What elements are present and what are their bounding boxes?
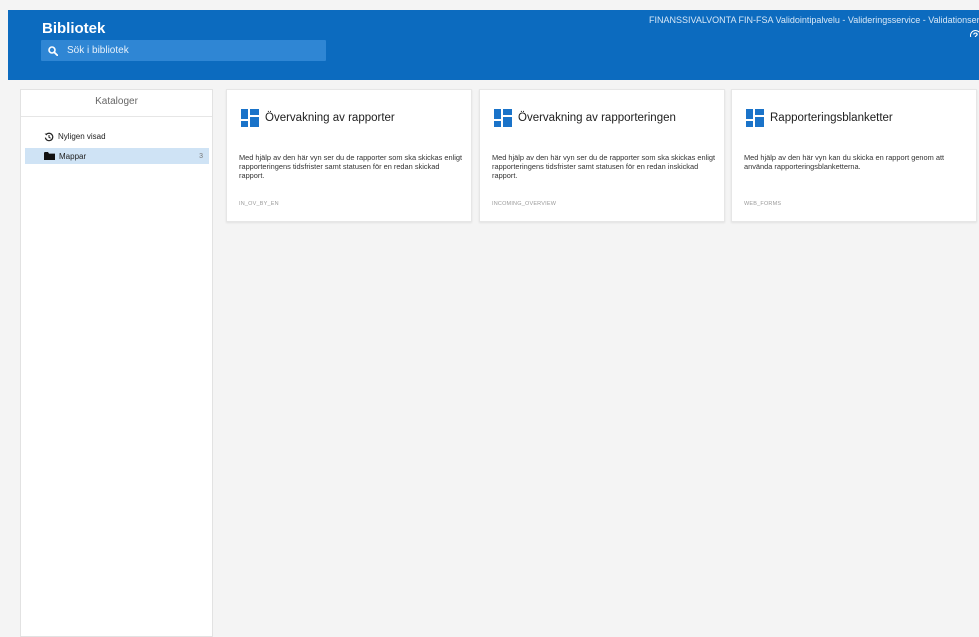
folder-icon [44,152,55,160]
search-box[interactable] [41,40,326,61]
card-title: Rapporteringsblanketter [770,112,893,124]
app-header: Bibliotek FINANSSIVALVONTA FIN-FSA Valid… [8,10,979,80]
sidebar-item-label: Mappar [59,151,87,161]
card-description: Med hjälp av den här vyn ser du de rappo… [492,153,716,180]
catalog-sidebar: Kataloger Nyligen visad Mappar 3 [20,89,213,637]
sidebar-item-label: Nyligen visad [58,132,106,141]
app-title: Bibliotek [42,20,106,37]
dashboard-icon [241,109,259,127]
sidebar-title: Kataloger [21,90,212,117]
search-input[interactable] [65,44,319,57]
help-circle-icon[interactable]: ? [970,26,979,37]
card-code: INCOMING_OVERVIEW [492,201,557,207]
card-code: IN_OV_BY_EN [239,201,279,207]
card-title: Övervakning av rapporter [265,112,395,124]
sidebar-item-folders[interactable]: Mappar 3 [25,148,209,164]
library-card-reporting-monitoring[interactable]: Övervakning av rapporteringen Med hjälp … [479,89,725,222]
sidebar-item-recently-viewed[interactable]: Nyligen visad [21,129,212,144]
folder-count-badge: 3 [199,152,203,160]
tenant-name: FINANSSIVALVONTA FIN-FSA Validointipalve… [649,15,979,25]
library-card-report-monitoring[interactable]: Övervakning av rapporter Med hjälp av de… [226,89,472,222]
card-description: Med hjälp av den här vyn ser du de rappo… [239,153,463,180]
history-icon [44,132,54,141]
dashboard-icon [746,109,764,127]
dashboard-icon [494,109,512,127]
library-card-report-forms[interactable]: Rapporteringsblanketter Med hjälp av den… [731,89,977,222]
card-code: WEB_FORMS [744,201,782,207]
search-icon [48,45,58,56]
card-title: Övervakning av rapporteringen [518,112,676,124]
card-description: Med hjälp av den här vyn kan du skicka e… [744,153,945,171]
